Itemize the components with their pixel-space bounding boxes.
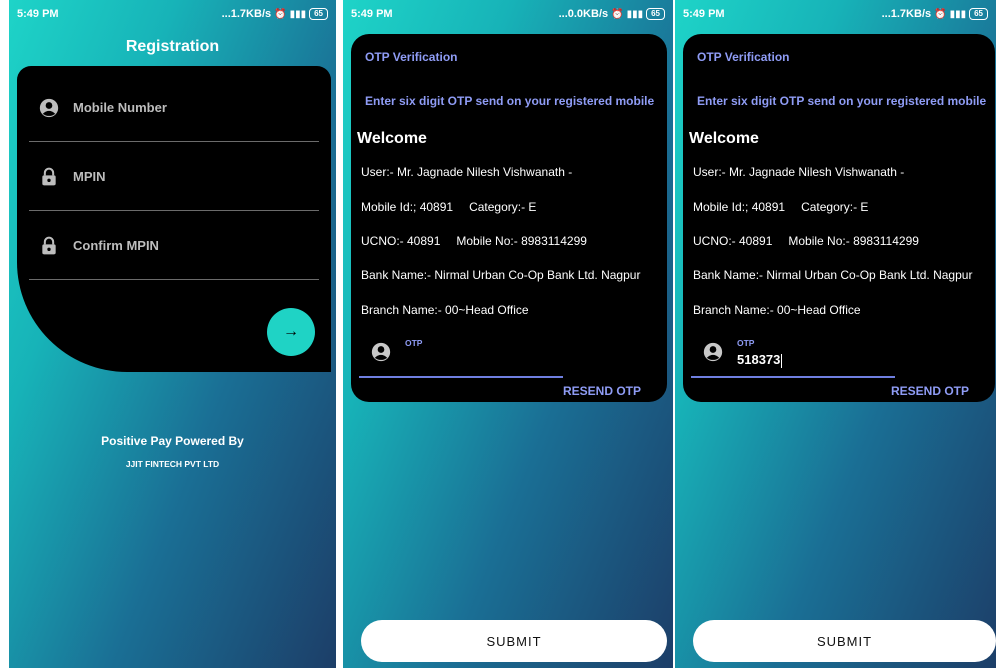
ucno-mobile-info: UCNO:- 40891 Mobile No:- 8983114299 [361, 234, 587, 248]
category: Category:- E [801, 200, 869, 214]
page-title: Registration [125, 38, 220, 55]
otp-field-label: OTP [737, 338, 755, 348]
lock-icon [42, 236, 56, 254]
ucno: UCNO:- 40891 [361, 234, 441, 248]
next-button[interactable]: → [267, 308, 315, 356]
mobile-number-field[interactable]: Mobile Number [29, 74, 319, 142]
resend-otp-button[interactable]: RESEND OTP [891, 384, 969, 398]
submit-button[interactable]: SUBMIT [693, 620, 996, 662]
otp-instructions: Enter six digit OTP send on your registe… [697, 94, 987, 108]
mobile-no: Mobile No:- 8983114299 [788, 234, 919, 248]
battery-icon: 65 [969, 8, 988, 20]
registration-card: Mobile Number MPIN Confirm MPIN → [17, 66, 331, 372]
otp-input-underline [359, 376, 563, 378]
powered-by-text: Positive Pay Powered By [101, 434, 244, 448]
otp-instructions: Enter six digit OTP send on your registe… [365, 94, 655, 108]
network-speed: ...0.0KB/s [558, 8, 609, 20]
mpin-label: MPIN [73, 169, 106, 184]
account-icon [371, 342, 391, 362]
user-info: User:- Mr. Jagnade Nilesh Vishwanath - [693, 165, 905, 179]
otp-card: OTP Verification Enter six digit OTP sen… [683, 34, 995, 402]
mobile-category-info: Mobile Id:; 40891 Category:- E [361, 200, 536, 214]
mobile-id: Mobile Id:; 40891 [361, 200, 454, 214]
otp-input[interactable]: 518373 [737, 352, 783, 368]
status-bar: 5:49 PM ...1.7KB/s ⏰ ▮▮▮ 65 [9, 0, 336, 28]
otp-input-underline [691, 376, 895, 378]
mobile-category-info: Mobile Id:; 40891 Category:- E [693, 200, 868, 214]
mobile-number-label: Mobile Number [73, 100, 167, 115]
alarm-icon: ⏰ [274, 8, 287, 20]
signal-icon: ▮▮▮ [289, 8, 307, 20]
mobile-no: Mobile No:- 8983114299 [456, 234, 587, 248]
branch-name-info: Branch Name:- 00~Head Office [361, 303, 529, 317]
alarm-icon: ⏰ [934, 8, 947, 20]
mpin-field[interactable]: MPIN [29, 143, 319, 211]
account-icon [703, 342, 723, 362]
mobile-id: Mobile Id:; 40891 [693, 200, 786, 214]
lock-icon [42, 167, 56, 185]
alarm-icon: ⏰ [611, 8, 624, 20]
otp-card: OTP Verification Enter six digit OTP sen… [351, 34, 667, 402]
otp-field-label: OTP [405, 338, 423, 348]
otp-header: OTP Verification [697, 50, 790, 64]
bank-name-info: Bank Name:- Nirmal Urban Co-Op Bank Ltd.… [693, 268, 973, 282]
status-time: 5:49 PM [683, 8, 725, 20]
battery-icon: 65 [309, 8, 328, 20]
user-info: User:- Mr. Jagnade Nilesh Vishwanath - [361, 165, 573, 179]
signal-icon: ▮▮▮ [949, 8, 967, 20]
ucno-mobile-info: UCNO:- 40891 Mobile No:- 8983114299 [693, 234, 919, 248]
resend-otp-button[interactable]: RESEND OTP [563, 384, 641, 398]
status-time: 5:49 PM [351, 8, 393, 20]
battery-icon: 65 [646, 8, 665, 20]
category: Category:- E [469, 200, 537, 214]
branch-name-info: Branch Name:- 00~Head Office [693, 303, 861, 317]
otp-screen-empty: 5:49 PM ...0.0KB/s ⏰ ▮▮▮ 65 OTP Verifica… [343, 0, 673, 668]
otp-screen-filled: 5:49 PM ...1.7KB/s ⏰ ▮▮▮ 65 OTP Verifica… [675, 0, 996, 668]
submit-button[interactable]: SUBMIT [361, 620, 667, 662]
status-time: 5:49 PM [17, 8, 59, 20]
ucno: UCNO:- 40891 [693, 234, 773, 248]
network-speed: ...1.7KB/s [221, 8, 272, 20]
status-bar: 5:49 PM ...0.0KB/s ⏰ ▮▮▮ 65 [343, 0, 673, 28]
welcome-heading: Welcome [689, 130, 759, 147]
account-icon [39, 98, 59, 117]
welcome-heading: Welcome [357, 130, 427, 147]
otp-value: 518373 [737, 352, 781, 367]
confirm-mpin-field[interactable]: Confirm MPIN [29, 212, 319, 280]
registration-screen: 5:49 PM ...1.7KB/s ⏰ ▮▮▮ 65 Registration… [9, 0, 336, 668]
network-speed: ...1.7KB/s [881, 8, 932, 20]
confirm-mpin-label: Confirm MPIN [73, 238, 159, 253]
company-name: JJIT FINTECH PVT LTD [125, 459, 220, 469]
status-bar: 5:49 PM ...1.7KB/s ⏰ ▮▮▮ 65 [675, 0, 996, 28]
bank-name-info: Bank Name:- Nirmal Urban Co-Op Bank Ltd.… [361, 268, 641, 282]
otp-header: OTP Verification [365, 50, 458, 64]
signal-icon: ▮▮▮ [626, 8, 644, 20]
text-caret [781, 353, 783, 368]
